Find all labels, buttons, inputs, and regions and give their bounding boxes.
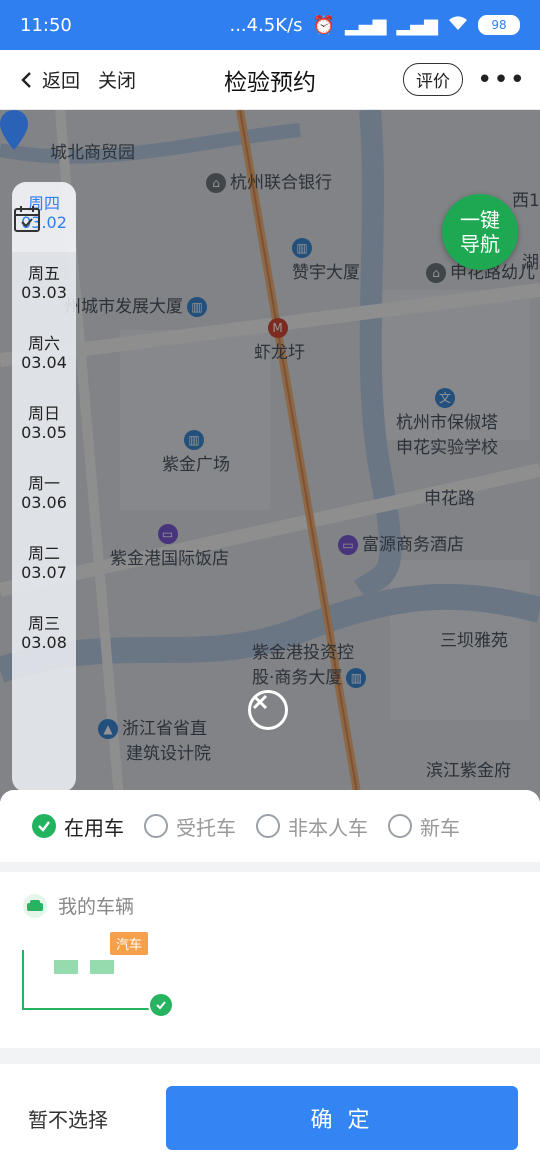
status-icons: ...4.5K/s ⏰ ▂▄▆ ▂▄▆ 98 — [229, 15, 520, 36]
nav-bar: 返回 关闭 检验预约 评价 ••• — [0, 50, 540, 110]
date-weekday: 周五 — [27, 264, 60, 283]
map-view[interactable]: 城北商贸园 ⌂ 杭州联合银行 ▥ 赞宇大厦 ⌂ 申花路幼儿 州城市发展大厦 ▥ M 虾龙圩… — [0, 110, 540, 810]
back-arrow-icon — [21, 71, 31, 88]
date-selector: 周四 03.02 周五 03.03 周六 03.04 周日 03.05 周一 0… — [12, 182, 76, 792]
radio-in-use-vehicle[interactable]: 在用车 — [32, 812, 124, 841]
radio-unchecked-icon — [256, 814, 280, 838]
wifi-icon — [448, 15, 468, 36]
date-item-6[interactable]: 周三 03.08 — [12, 602, 76, 672]
more-icon[interactable]: ••• — [477, 67, 526, 93]
bottom-sheet: 在用车 受托车 非本人车 新车 我的车辆 汽车 暂不选择 确 定 — [0, 790, 540, 1170]
date-item-5[interactable]: 周二 03.07 — [12, 532, 76, 602]
date-value: 03.07 — [21, 563, 67, 582]
hd-signal-icon: ▂▄▆ — [396, 14, 438, 36]
date-item-4[interactable]: 周一 03.06 — [12, 462, 76, 532]
radio-label: 新车 — [420, 815, 460, 840]
back-button[interactable]: 返回 — [18, 66, 80, 93]
close-map-button[interactable] — [248, 690, 288, 730]
radio-label: 非本人车 — [288, 815, 368, 840]
footer-actions: 暂不选择 确 定 — [0, 1064, 540, 1170]
one-click-navigation-button[interactable]: 一键 导航 — [442, 194, 518, 270]
radio-new-vehicle[interactable]: 新车 — [388, 812, 460, 841]
date-value: 03.04 — [21, 353, 67, 372]
status-bar: 11:50 ...4.5K/s ⏰ ▂▄▆ ▂▄▆ 98 — [0, 0, 540, 50]
alarm-icon: ⏰ — [312, 14, 335, 36]
date-weekday: 周一 — [27, 474, 60, 493]
confirm-button[interactable]: 确 定 — [166, 1086, 518, 1150]
my-vehicle-header: 我的车辆 — [22, 892, 134, 919]
calendar-icon[interactable] — [12, 204, 42, 234]
signal-icon: ▂▄▆ — [344, 14, 387, 36]
radio-unchecked-icon — [144, 814, 168, 838]
radio-label: 受托车 — [176, 815, 236, 840]
radio-unchecked-icon — [388, 814, 412, 838]
radio-entrusted-vehicle[interactable]: 受托车 — [144, 812, 236, 841]
radio-checked-icon — [32, 814, 56, 838]
date-value: 03.05 — [21, 423, 67, 442]
rate-button[interactable]: 评价 — [402, 63, 463, 96]
status-time: 11:50 — [20, 14, 72, 36]
selected-check-icon — [148, 992, 174, 1018]
back-label: 返回 — [42, 70, 81, 92]
date-weekday: 周日 — [27, 404, 60, 423]
close-icon — [252, 694, 268, 710]
vehicle-type-tag: 汽车 — [110, 932, 149, 955]
date-item-2[interactable]: 周六 03.04 — [12, 322, 76, 392]
nav-right-group: 评价 ••• — [402, 63, 526, 96]
date-item-1[interactable]: 周五 03.03 — [12, 252, 76, 322]
vehicle-item[interactable]: 汽车 — [22, 932, 174, 1018]
date-value: 03.06 — [21, 493, 67, 512]
date-value: 03.03 — [21, 283, 67, 302]
date-weekday: 周六 — [27, 334, 60, 353]
location-pin-icon — [0, 110, 28, 150]
close-button[interactable]: 关闭 — [98, 66, 136, 93]
date-value: 03.08 — [21, 633, 67, 652]
nav-fab-line1: 一键 — [460, 208, 500, 232]
skip-button[interactable]: 暂不选择 — [28, 1104, 108, 1133]
date-item-3[interactable]: 周日 03.05 — [12, 392, 76, 462]
my-vehicle-card: 我的车辆 汽车 — [0, 872, 540, 1048]
radio-label: 在用车 — [64, 815, 124, 840]
network-speed: ...4.5K/s — [229, 14, 303, 36]
nav-fab-line2: 导航 — [460, 232, 500, 256]
my-vehicle-title: 我的车辆 — [58, 896, 135, 918]
car-icon — [23, 893, 47, 918]
battery-icon: 98 — [478, 15, 520, 35]
plate-number-redacted — [54, 960, 134, 974]
date-weekday: 周三 — [27, 614, 60, 633]
nav-left-group: 返回 关闭 — [18, 66, 136, 93]
radio-non-owner-vehicle[interactable]: 非本人车 — [256, 812, 368, 841]
date-weekday: 周二 — [27, 544, 60, 563]
vehicle-type-selector: 在用车 受托车 非本人车 新车 — [0, 790, 540, 862]
